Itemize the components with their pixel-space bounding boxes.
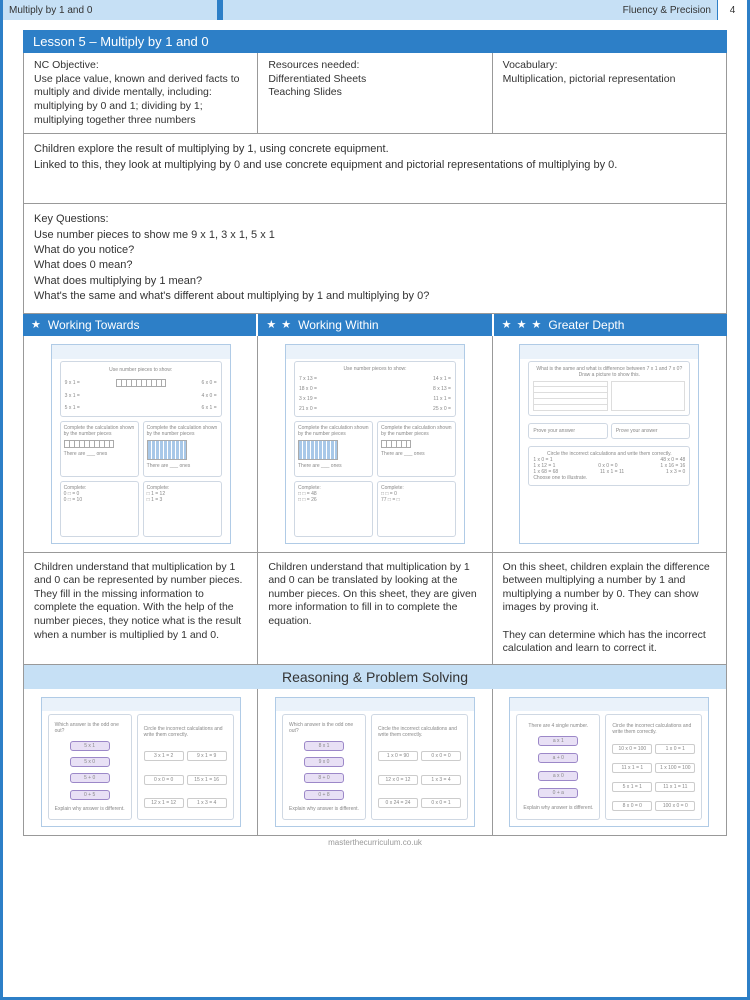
desc-gd: On this sheet, children explain the diff…	[492, 553, 726, 664]
tier-header-row: ★Working Towards ★ ★Working Within ★ ★ ★…	[23, 314, 727, 336]
rps-thumb-2: Which answer is the odd one out? 8 x 1 9…	[275, 697, 475, 827]
lesson-meta-row: NC Objective: Use place value, known and…	[23, 53, 727, 134]
tier-working-towards: ★Working Towards	[23, 314, 256, 336]
worksheet-thumb-ww: Use number pieces to show: 7 x 13 =14 x …	[285, 344, 465, 544]
tier-descriptions: Children understand that multiplication …	[23, 553, 727, 665]
page-header: Multiply by 1 and 0 Fluency & Precision …	[3, 0, 747, 20]
page-number: 4	[717, 0, 747, 20]
star-icon: ★ ★	[266, 318, 292, 331]
lesson-title-bar: Lesson 5 – Multiply by 1 and 0	[23, 30, 727, 53]
rps-header: Reasoning & Problem Solving	[23, 665, 727, 689]
star-icon: ★ ★ ★	[502, 318, 543, 331]
tier-working-within: ★ ★Working Within	[256, 314, 491, 336]
key-questions: Key Questions: Use number pieces to show…	[23, 204, 727, 313]
footer-url: masterthecurriculum.co.uk	[23, 836, 727, 849]
strand-label: Fluency & Precision	[623, 5, 717, 16]
vocabulary: Vocabulary: Multiplication, pictorial re…	[492, 53, 726, 133]
worksheet-thumb-wt: Use number pieces to show: 9 x 1 =6 x 0 …	[51, 344, 231, 544]
tier-greater-depth: ★ ★ ★Greater Depth	[492, 314, 727, 336]
rps-thumb-3: There are 4 single number. a x 1 a + 0 a…	[509, 697, 709, 827]
rps-thumbnails-row: Which answer is the odd one out? 5 x 1 5…	[23, 689, 727, 836]
resources-needed: Resources needed: Differentiated Sheets …	[257, 53, 491, 133]
lesson-overview: Children explore the result of multiplyi…	[23, 134, 727, 204]
rps-thumb-1: Which answer is the odd one out? 5 x 1 5…	[41, 697, 241, 827]
worksheet-thumbnails-row: Use number pieces to show: 9 x 1 =6 x 0 …	[23, 336, 727, 553]
desc-wt: Children understand that multiplication …	[24, 553, 257, 664]
nc-objective: NC Objective: Use place value, known and…	[24, 53, 257, 133]
desc-ww: Children understand that multiplication …	[257, 553, 491, 664]
worksheet-thumb-gd: What is the same and what is difference …	[519, 344, 699, 544]
topic-title: Multiply by 1 and 0	[3, 0, 223, 20]
star-icon: ★	[31, 318, 42, 331]
